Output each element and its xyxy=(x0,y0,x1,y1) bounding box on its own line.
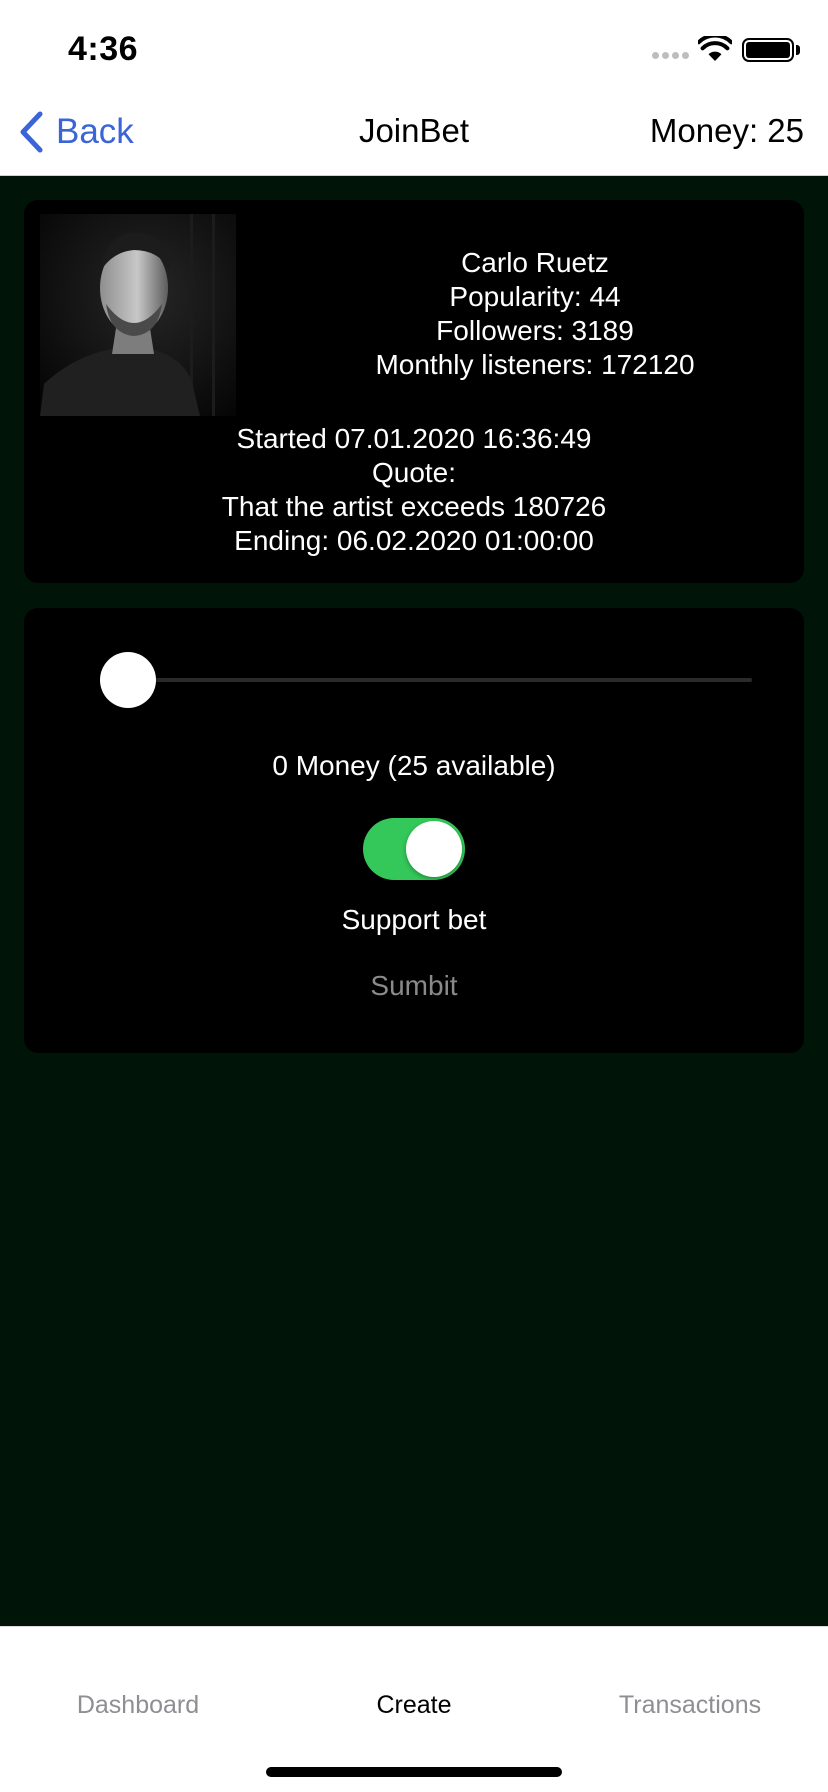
status-bar: 4:36 xyxy=(0,0,828,88)
slider-track[interactable] xyxy=(128,678,752,682)
tab-transactions[interactable]: Transactions xyxy=(552,1691,828,1720)
artist-followers: Followers: 3189 xyxy=(436,315,634,346)
navigation-bar: Back JoinBet Money: 25 xyxy=(0,88,828,176)
support-bet-label: Support bet xyxy=(341,904,487,935)
home-indicator xyxy=(266,1767,562,1777)
battery-icon xyxy=(742,38,794,62)
tab-create[interactable]: Create xyxy=(276,1691,552,1720)
status-time: 4:36 xyxy=(68,30,139,68)
battery-tip xyxy=(796,45,800,55)
tab-dashboard[interactable]: Dashboard xyxy=(0,1691,276,1720)
artist-popularity: Popularity: 44 xyxy=(449,281,621,312)
wifi-icon xyxy=(698,36,732,61)
cellular-signal-icon xyxy=(652,52,689,59)
artist-info: Carlo Ruetz Popularity: 44 Followers: 31… xyxy=(314,246,756,382)
bet-started: Started 07.01.2020 16:36:49 xyxy=(236,423,592,454)
artist-monthly-listeners: Monthly listeners: 172120 xyxy=(375,349,695,380)
back-button[interactable]: Back xyxy=(18,110,134,154)
slider-thumb[interactable] xyxy=(100,652,156,708)
bet-ending: Ending: 06.02.2020 01:00:00 xyxy=(234,525,594,556)
artist-photo xyxy=(40,214,236,416)
bet-quote: That the artist exceeds 180726 xyxy=(221,491,607,522)
toggle-knob xyxy=(406,821,462,877)
bet-quote-label: Quote: xyxy=(371,457,457,488)
submit-button[interactable]: Sumbit xyxy=(324,970,504,1002)
back-label: Back xyxy=(56,112,134,151)
chevron-left-icon xyxy=(20,111,43,153)
amount-label: 0 Money (25 available) xyxy=(272,750,556,781)
money-balance: Money: 25 xyxy=(649,112,804,149)
bet-details-card: Carlo Ruetz Popularity: 44 Followers: 31… xyxy=(24,200,804,583)
tab-bar: Dashboard Create Transactions xyxy=(0,1626,828,1792)
artist-name: Carlo Ruetz xyxy=(461,247,609,278)
money-slider[interactable] xyxy=(100,652,752,708)
support-bet-toggle[interactable] xyxy=(363,818,465,880)
bet-form-card: 0 Money (25 available) Support bet Sumbi… xyxy=(24,608,804,1053)
bet-info: Started 07.01.2020 16:36:49 Quote: That … xyxy=(24,422,804,558)
